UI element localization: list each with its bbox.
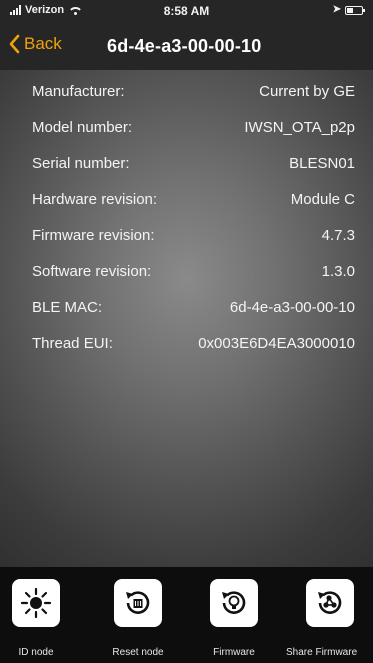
info-row-hardware-revision: Hardware revision: Module C — [0, 178, 373, 214]
tab-label-share-firmware: Share Firmware — [286, 647, 358, 658]
info-row-firmware-revision: Firmware revision: 4.7.3 — [0, 214, 373, 250]
sun-icon — [12, 579, 60, 627]
info-label: Thread EUI: — [32, 335, 113, 352]
info-row-ble-mac: BLE MAC: 6d-4e-a3-00-00-10 — [0, 286, 373, 322]
info-label: Serial number: — [32, 155, 130, 172]
info-label: Hardware revision: — [32, 191, 158, 208]
device-info-screen: Verizon 8:58 AM ➤ Back 6d-4e-a3-00-00-10… — [0, 0, 373, 663]
device-info-list: Manufacturer: Current by GE Model number… — [0, 70, 373, 358]
info-value: 6d-4e-a3-00-00-10 — [229, 299, 355, 316]
firmware-button[interactable]: Firmware — [188, 567, 282, 663]
info-row-thread-eui: Thread EUI: 0x003E6D4EA3000010 — [0, 322, 373, 358]
battery-icon — [345, 5, 365, 15]
info-label: BLE MAC: — [32, 299, 103, 316]
bottom-toolbar: ID node Reset node Firmware Share Firmwa… — [0, 567, 373, 663]
info-value: 0x003E6D4EA3000010 — [198, 335, 355, 352]
back-button[interactable]: Back — [8, 34, 62, 54]
info-label: Software revision: — [32, 263, 152, 280]
tab-label-id-node: ID node — [18, 647, 54, 658]
info-value: Current by GE — [259, 83, 355, 100]
tab-label-reset-node: Reset node — [112, 647, 164, 658]
share-firmware-button[interactable]: Share Firmware — [284, 567, 373, 663]
info-value: Module C — [290, 191, 355, 208]
page-title: 6d-4e-a3-00-00-10 — [107, 36, 262, 56]
info-label: Model number: — [32, 119, 133, 136]
back-label: Back — [24, 34, 62, 53]
info-value: IWSN_OTA_p2p — [244, 119, 355, 136]
status-time: 8:58 AM — [163, 4, 210, 18]
info-value: BLESN01 — [289, 155, 355, 172]
navigation-bar: Back 6d-4e-a3-00-00-10 — [0, 24, 373, 70]
reset-node-icon — [114, 579, 162, 627]
reset-node-button[interactable]: Reset node — [92, 567, 186, 663]
firmware-icon — [210, 579, 258, 627]
info-row-software-revision: Software revision: 1.3.0 — [0, 250, 373, 286]
status-right: ➤ — [332, 4, 365, 15]
id-node-button[interactable]: ID node — [0, 567, 94, 663]
share-firmware-icon — [306, 579, 354, 627]
location-arrow-icon: ➤ — [332, 4, 341, 15]
info-value: 1.3.0 — [321, 263, 355, 280]
info-value: 4.7.3 — [321, 227, 355, 244]
info-row-model-number: Model number: IWSN_OTA_p2p — [0, 106, 373, 142]
info-label: Manufacturer: — [32, 83, 125, 100]
info-row-serial-number: Serial number: BLESN01 — [0, 142, 373, 178]
status-bar: Verizon 8:58 AM ➤ — [0, 0, 373, 24]
info-row-manufacturer: Manufacturer: Current by GE — [0, 70, 373, 106]
tab-label-firmware: Firmware — [213, 647, 255, 658]
info-label: Firmware revision: — [32, 227, 155, 244]
chevron-left-icon — [9, 34, 20, 54]
